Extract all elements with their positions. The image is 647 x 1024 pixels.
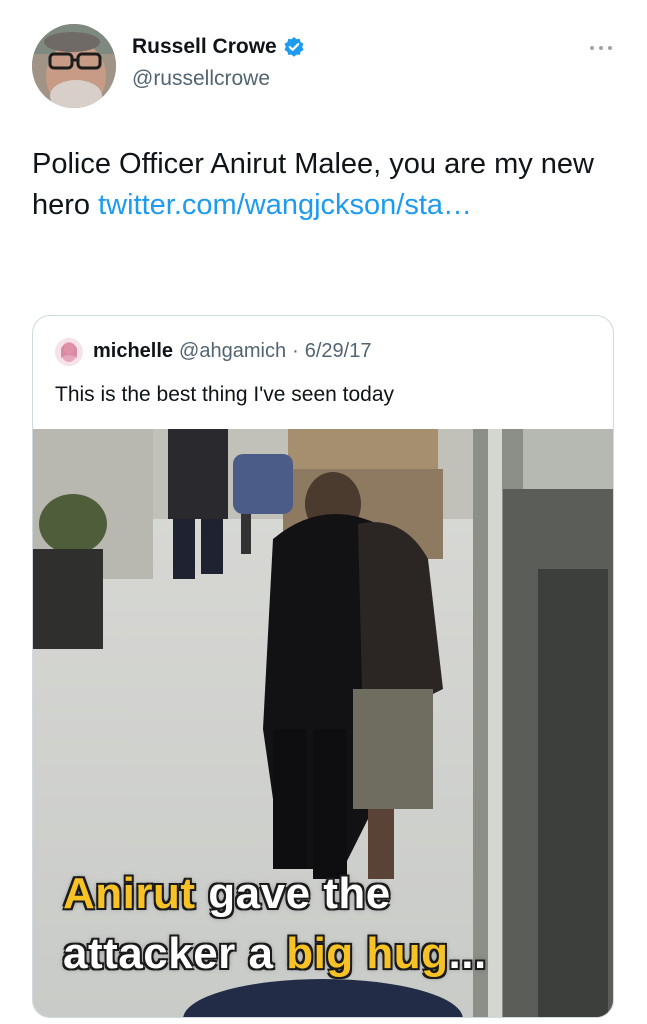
quoted-author-name[interactable]: michelle: [93, 340, 173, 363]
quoted-tweet-card[interactable]: michelle @ahgamich · 6/29/17 This is the…: [32, 315, 614, 1018]
quoted-date[interactable]: 6/29/17: [305, 340, 372, 363]
quoted-tweet-text: This is the best thing I've seen today: [55, 383, 395, 406]
caption-line-1: Anirut gave the: [63, 869, 391, 919]
verified-badge-icon: [284, 37, 304, 57]
quoted-separator: ·: [292, 340, 299, 362]
quoted-author-handle[interactable]: @ahgamich: [179, 340, 286, 363]
caption-highlight-name: Anirut: [63, 869, 196, 918]
author-name[interactable]: Russell Crowe: [132, 35, 277, 59]
quoted-video[interactable]: Anirut gave the attacker a big hug...: [33, 429, 613, 1017]
caption-line-2: attacker a big hug...: [63, 929, 487, 979]
caption-line-2-start: attacker a: [63, 929, 287, 978]
tweet-link[interactable]: twitter.com/wangjckson/sta…: [98, 189, 472, 221]
quoted-header: michelle @ahgamich · 6/29/17: [93, 340, 371, 363]
caption-line-1-rest: gave the: [195, 869, 391, 918]
author-handle[interactable]: @russellcrowe: [132, 67, 270, 91]
quoted-avatar-image: [55, 338, 83, 366]
author-name-row[interactable]: Russell Crowe: [132, 35, 305, 59]
more-options-icon[interactable]: [588, 42, 614, 54]
quoted-author-avatar[interactable]: [55, 338, 83, 366]
caption-highlight-hug: big hug: [286, 929, 449, 978]
author-avatar[interactable]: [32, 24, 116, 108]
caption-line-2-end: ...: [448, 929, 487, 978]
tweet-text: Police Officer Anirut Malee, you are my …: [32, 144, 612, 226]
avatar-photo: [32, 24, 116, 108]
